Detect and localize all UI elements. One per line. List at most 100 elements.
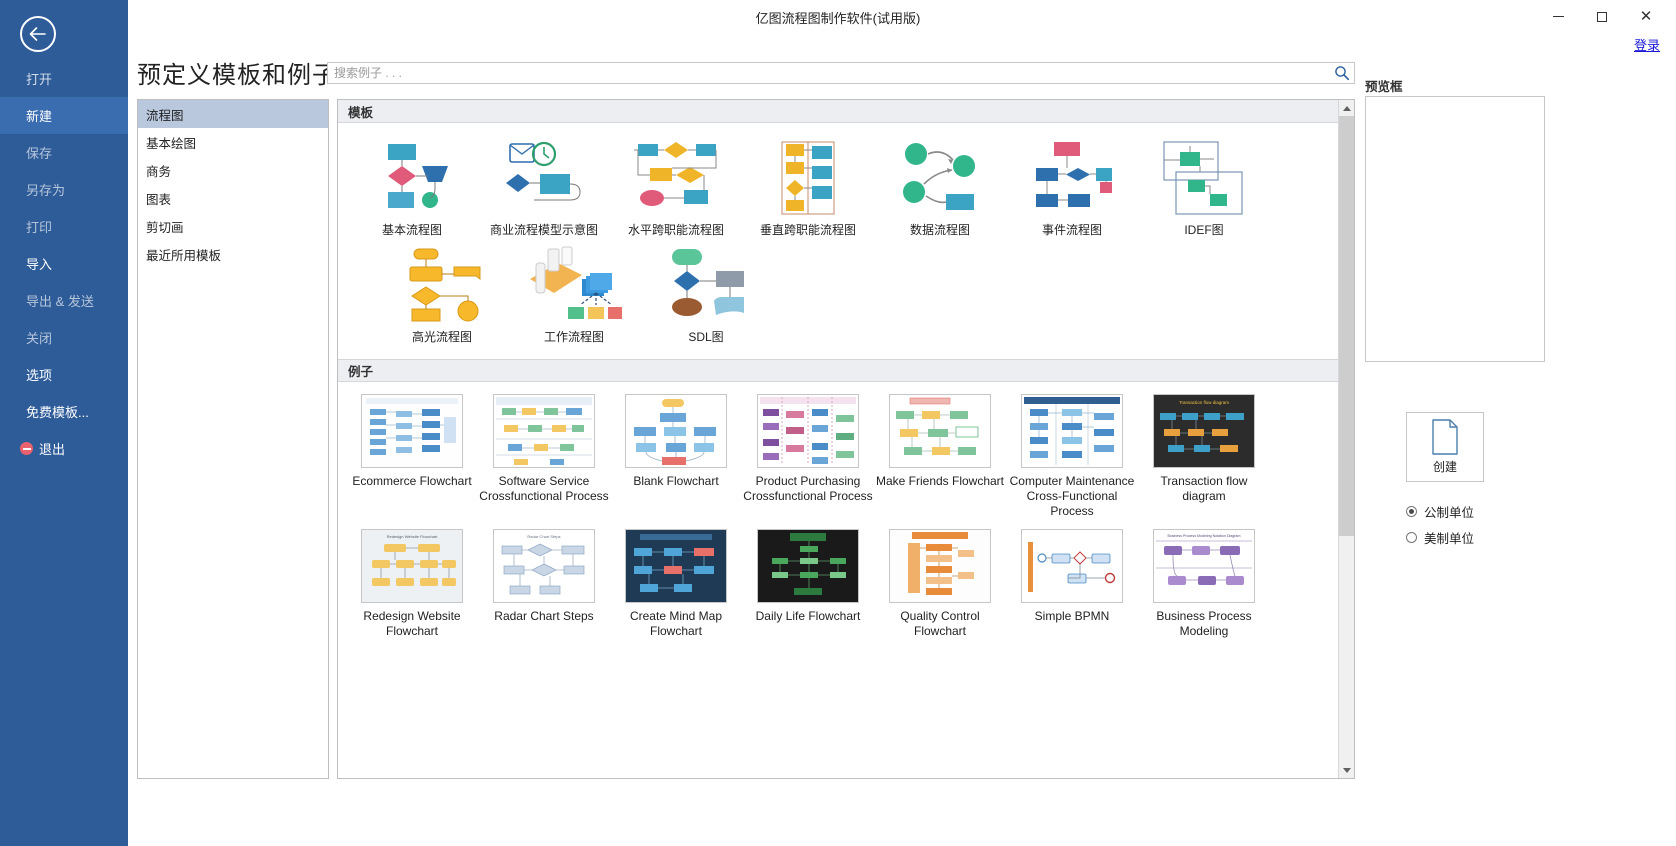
example-tile-product-purchasing[interactable]: Product Purchasing Crossfunctional Proce…: [742, 394, 874, 519]
example-label: Transaction flow diagram: [1160, 474, 1248, 503]
sidebar-item-label: 免费模板...: [26, 405, 89, 420]
minimize-button[interactable]: [1536, 2, 1580, 32]
maximize-icon: [1597, 11, 1607, 22]
example-tile-business-process-modeling[interactable]: Business Process Modeling Notation Diagr…: [1138, 529, 1270, 639]
scroll-up-button[interactable]: [1339, 100, 1354, 116]
template-label: 水平跨职能流程图: [627, 223, 724, 237]
example-label: Daily Life Flowchart: [755, 609, 861, 623]
example-tile-software-service[interactable]: Software Service Crossfunctional Process: [478, 394, 610, 519]
template-tile-data-flow[interactable]: 数据流程图: [874, 137, 1006, 238]
template-tile-vertical-crossfunctional[interactable]: 垂直跨职能流程图: [742, 137, 874, 238]
exit-icon: [20, 442, 33, 455]
page-title: 预定义模板和例子: [137, 62, 337, 89]
sidebar-item-save-as[interactable]: 另存为: [0, 171, 128, 208]
category-item-business[interactable]: 商务: [138, 156, 328, 184]
category-item-clipart[interactable]: 剪切画: [138, 212, 328, 240]
template-label: 工作流程图: [543, 330, 604, 344]
chevron-up-icon: [1342, 105, 1351, 111]
close-icon: ✕: [1639, 8, 1653, 25]
category-label: 最近所用模板: [146, 248, 222, 263]
example-tile-create-mind-map[interactable]: Create Mind Map Flowchart: [610, 529, 742, 639]
example-tile-simple-bpmn[interactable]: Simple BPMN: [1006, 529, 1138, 639]
template-tile-horizontal-crossfunctional[interactable]: 水平跨职能流程图: [610, 137, 742, 238]
example-tile-quality-control[interactable]: Quality Control Flowchart: [874, 529, 1006, 639]
back-button[interactable]: [20, 16, 56, 52]
template-tile-sdl[interactable]: SDL图: [640, 244, 772, 345]
sidebar-item-free-templates[interactable]: 免费模板...: [0, 393, 128, 430]
template-label: 基本流程图: [381, 223, 442, 237]
sidebar-item-import[interactable]: 导入: [0, 245, 128, 282]
examples-section-header: 例子: [338, 359, 1354, 382]
example-label: Make Friends Flowchart: [875, 474, 1005, 488]
sidebar-item-label: 保存: [26, 146, 53, 161]
title-bar: 亿图流程图制作软件(试用版) ✕: [0, 0, 1676, 33]
daily-life-thumb: [757, 529, 859, 603]
example-tile-redesign-website[interactable]: Redesign Website Flowchart Redesign Webs…: [346, 529, 478, 639]
search-input[interactable]: [334, 63, 1324, 83]
example-tile-make-friends[interactable]: Make Friends Flowchart: [874, 394, 1006, 519]
create-button-label: 创建: [1432, 460, 1457, 474]
category-item-recent[interactable]: 最近所用模板: [138, 240, 328, 268]
example-label: Blank Flowchart: [633, 474, 719, 488]
example-tile-radar-chart-steps[interactable]: Radar Chart Steps Radar Chart Steps: [478, 529, 610, 639]
example-tile-blank-flowchart[interactable]: Blank Flowchart: [610, 394, 742, 519]
scroll-down-button[interactable]: [1339, 762, 1354, 778]
idef-thumb: [1149, 137, 1259, 219]
search-box[interactable]: [327, 62, 1355, 84]
unit-option-imperial[interactable]: 美制单位: [1406, 528, 1474, 547]
application-window: 亿图流程图制作软件(试用版) ✕ 登录 打开 新建 保存 另存为 打印 导入 导…: [0, 0, 1676, 846]
example-label: Business Process Modeling: [1156, 609, 1252, 638]
unit-option-metric[interactable]: 公制单位: [1406, 502, 1474, 521]
category-item-basic-drawing[interactable]: 基本绘图: [138, 128, 328, 156]
category-item-charts[interactable]: 图表: [138, 184, 328, 212]
sidebar-item-open[interactable]: 打开: [0, 60, 128, 97]
sidebar-item-options[interactable]: 选项: [0, 356, 128, 393]
templates-examples-panel: 模板 基本流程图 商业流程模型示意图 水平跨职能流程图 垂直跨职能流程图 数据流…: [337, 99, 1355, 779]
template-tile-idef[interactable]: IDEF图: [1138, 137, 1270, 238]
sidebar-item-new[interactable]: 新建: [0, 97, 128, 134]
template-tile-basic-flowchart[interactable]: 基本流程图: [346, 137, 478, 238]
svg-text:Transaction flow diagram: Transaction flow diagram: [1179, 400, 1229, 405]
template-tile-workflow[interactable]: 工作流程图: [508, 244, 640, 345]
example-tile-computer-maintenance[interactable]: Computer Maintenance Cross-Functional Pr…: [1006, 394, 1138, 519]
vertical-crossfunctional-thumb: [753, 137, 863, 219]
scrollbar-thumb[interactable]: [1339, 116, 1354, 536]
sidebar-item-export-send[interactable]: 导出 & 发送: [0, 282, 128, 319]
example-label: Software Service Crossfunctional Process: [479, 474, 609, 503]
template-label: 数据流程图: [909, 223, 970, 237]
unit-option-label: 美制单位: [1424, 532, 1475, 546]
login-link[interactable]: 登录: [1634, 35, 1660, 54]
maximize-button[interactable]: [1580, 2, 1624, 32]
sidebar-item-exit[interactable]: 退出: [0, 430, 128, 467]
example-tile-daily-life[interactable]: Daily Life Flowchart: [742, 529, 874, 639]
window-controls: ✕: [1536, 0, 1668, 33]
example-tile-transaction-flow[interactable]: Transaction flow diagram Transaction flo…: [1138, 394, 1270, 519]
sidebar-item-save[interactable]: 保存: [0, 134, 128, 171]
basic-flowchart-thumb: [357, 137, 467, 219]
panel-scrollbar[interactable]: [1338, 100, 1354, 778]
template-tile-event-flow[interactable]: 事件流程图: [1006, 137, 1138, 238]
computer-maintenance-thumb: [1021, 394, 1123, 468]
close-button[interactable]: ✕: [1624, 2, 1668, 32]
category-label: 流程图: [146, 108, 184, 123]
template-label: SDL图: [688, 330, 724, 344]
unit-option-label: 公制单位: [1424, 506, 1475, 520]
sidebar-item-print[interactable]: 打印: [0, 208, 128, 245]
template-label: 事件流程图: [1041, 223, 1102, 237]
example-label: Simple BPMN: [1034, 609, 1110, 623]
sidebar-item-close[interactable]: 关闭: [0, 319, 128, 356]
sidebar-item-label: 打开: [26, 72, 53, 87]
template-tile-highlight-flowchart[interactable]: 高光流程图: [376, 244, 508, 345]
sidebar-item-label: 打印: [26, 220, 53, 235]
sidebar-item-label: 导入: [26, 257, 53, 272]
ecommerce-flowchart-thumb: [361, 394, 463, 468]
create-button[interactable]: 创建: [1406, 412, 1484, 482]
radio-imperial-icon: [1406, 532, 1417, 543]
horizontal-crossfunctional-thumb: [621, 137, 731, 219]
sidebar-item-label: 另存为: [26, 183, 66, 198]
example-label: Computer Maintenance Cross-Functional Pr…: [1009, 474, 1135, 518]
example-tile-ecommerce-flowchart[interactable]: Ecommerce Flowchart: [346, 394, 478, 519]
category-item-flowchart[interactable]: 流程图: [138, 100, 328, 128]
template-tile-business-process-model[interactable]: 商业流程模型示意图: [478, 137, 610, 238]
search-icon[interactable]: [1334, 65, 1350, 81]
